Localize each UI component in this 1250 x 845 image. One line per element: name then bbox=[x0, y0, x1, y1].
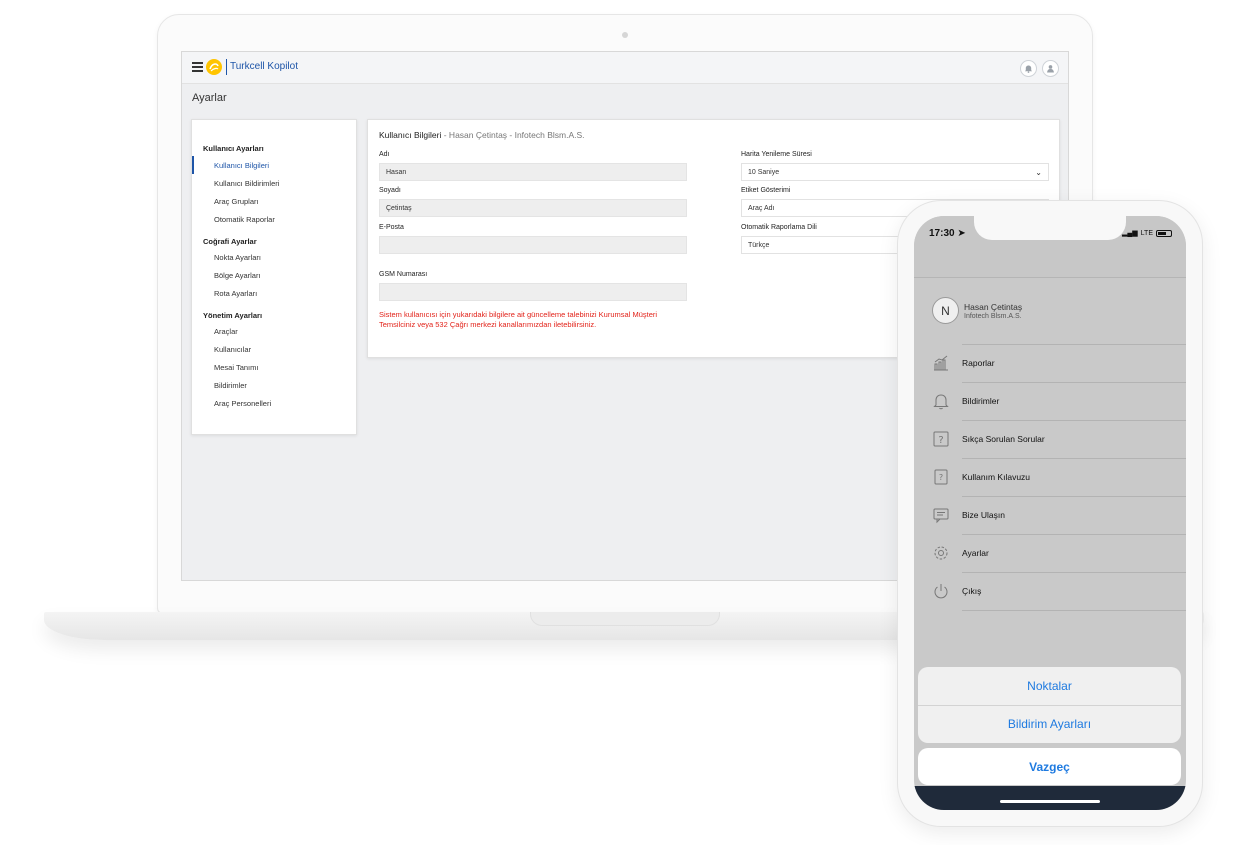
menu-item-region-settings[interactable]: Bölge Ayarları bbox=[214, 271, 261, 280]
menu-item-vehicle-personnel[interactable]: Araç Personelleri bbox=[214, 399, 271, 408]
cancel-button[interactable]: Vazgeç bbox=[918, 748, 1181, 785]
last-name-field[interactable]: Çetintaş bbox=[379, 199, 687, 217]
action-sheet-option-points[interactable]: Noktalar bbox=[918, 667, 1181, 705]
active-indicator bbox=[192, 156, 194, 174]
panel-subtitle: - Hasan Çetintaş - Infotech Blsm.A.S. bbox=[441, 130, 585, 140]
menu-group-management-settings: Yönetim Ayarları bbox=[203, 311, 263, 320]
gear-icon bbox=[932, 544, 950, 562]
profile-company: Infotech Blsm.A.S. bbox=[964, 313, 1022, 320]
tag-display-label: Etiket Gösterimi bbox=[741, 187, 791, 194]
svg-text:?: ? bbox=[938, 435, 943, 446]
email-field[interactable] bbox=[379, 236, 687, 254]
app-name[interactable]: Turkcell Kopilot bbox=[230, 61, 298, 72]
power-icon bbox=[932, 582, 950, 600]
map-refresh-select[interactable]: 10 Saniye ⌄ bbox=[741, 163, 1049, 181]
phone-menu-item-guide[interactable]: ? Kullanım Kılavuzu bbox=[914, 458, 1186, 496]
menu-item-vehicles[interactable]: Araçlar bbox=[214, 327, 238, 336]
menu-item-user-info[interactable]: Kullanıcı Bilgileri bbox=[214, 161, 269, 170]
action-sheet: Noktalar Bildirim Ayarları bbox=[918, 667, 1181, 743]
action-sheet-option-notification-settings[interactable]: Bildirim Ayarları bbox=[918, 705, 1181, 743]
gsm-label: GSM Numarası bbox=[379, 271, 428, 278]
laptop-notch bbox=[530, 612, 720, 626]
phone-menu-label: Çıkış bbox=[962, 586, 982, 596]
phone-menu-item-faq[interactable]: ? Sıkça Sorulan Sorular bbox=[914, 420, 1186, 458]
panel-title: Kullanıcı Bilgileri - Hasan Çetintaş - I… bbox=[379, 130, 585, 140]
hamburger-menu-icon[interactable] bbox=[192, 62, 203, 72]
menu-item-route-settings[interactable]: Rota Ayarları bbox=[214, 289, 257, 298]
menu-item-shift-definition[interactable]: Mesai Tanımı bbox=[214, 363, 258, 372]
chevron-down-icon: ⌄ bbox=[1035, 168, 1042, 177]
gsm-field[interactable] bbox=[379, 283, 687, 301]
location-arrow-icon: ➤ bbox=[957, 228, 966, 239]
logo-divider bbox=[226, 59, 227, 75]
menu-item-automatic-reports[interactable]: Otomatik Raporlar bbox=[214, 215, 275, 224]
guide-icon: ? bbox=[932, 468, 950, 486]
phone-menu-item-contact[interactable]: Bize Ulaşın bbox=[914, 496, 1186, 534]
signal-icon: ▂▄▆ bbox=[1121, 230, 1138, 237]
phone-menu-label: Kullanım Kılavuzu bbox=[962, 472, 1031, 482]
battery-icon bbox=[1156, 229, 1172, 237]
menu-item-user-notifications[interactable]: Kullanıcı Bildirimleri bbox=[214, 179, 279, 188]
top-bar: Turkcell Kopilot bbox=[182, 52, 1068, 84]
menu-item-notifications[interactable]: Bildirimler bbox=[214, 381, 247, 390]
menu-group-geo-settings: Coğrafi Ayarlar bbox=[203, 237, 257, 246]
user-profile-icon[interactable] bbox=[1042, 60, 1059, 77]
chat-icon bbox=[932, 506, 950, 524]
status-time: 17:30 ➤ bbox=[929, 228, 966, 239]
phone-menu-label: Bildirimler bbox=[962, 396, 1000, 406]
report-language-value: Türkçe bbox=[748, 242, 770, 249]
menu-item-users[interactable]: Kullanıcılar bbox=[214, 345, 251, 354]
status-bar: 17:30 ➤ ▂▄▆ LTE bbox=[914, 216, 1186, 278]
status-time-text: 17:30 bbox=[929, 228, 955, 239]
settings-menu: Kullanıcı Ayarları Kullanıcı Bilgileri K… bbox=[191, 119, 357, 435]
menu-group-user-settings: Kullanıcı Ayarları bbox=[203, 144, 264, 153]
phone-menu-bottom-divider bbox=[914, 610, 1186, 611]
map-refresh-value: 10 Saniye bbox=[748, 169, 780, 176]
phone-notch bbox=[974, 216, 1126, 240]
status-indicators: ▂▄▆ LTE bbox=[1122, 229, 1172, 237]
tag-display-value: Araç Adı bbox=[748, 205, 775, 212]
panel-title-text: Kullanıcı Bilgileri bbox=[379, 130, 442, 140]
network-label: LTE bbox=[1140, 229, 1153, 237]
chart-icon bbox=[932, 354, 950, 372]
bell-icon bbox=[932, 392, 950, 410]
phone-menu-label: Raporlar bbox=[962, 358, 995, 368]
phone-menu-label: Bize Ulaşın bbox=[962, 510, 1005, 520]
phone-menu-item-reports[interactable]: Raporlar bbox=[914, 344, 1186, 382]
phone-menu-item-logout[interactable]: Çıkış bbox=[914, 572, 1186, 610]
svg-text:?: ? bbox=[939, 473, 943, 482]
phone-menu-label: Sıkça Sorulan Sorular bbox=[962, 434, 1045, 444]
phone-screen: 17:30 ➤ ▂▄▆ LTE N Hasan Çetintaş Infotec… bbox=[914, 216, 1186, 810]
update-warning-text: Sistem kullanıcısı için yukarıdaki bilgi… bbox=[379, 310, 658, 329]
profile-name: Hasan Çetintaş bbox=[964, 302, 1023, 312]
avatar[interactable]: N bbox=[932, 297, 959, 324]
turkcell-logo-icon bbox=[206, 59, 222, 75]
laptop-camera bbox=[622, 32, 628, 38]
question-icon: ? bbox=[932, 430, 950, 448]
phone-menu-item-settings[interactable]: Ayarlar bbox=[914, 534, 1186, 572]
phone-menu-label: Ayarlar bbox=[962, 548, 989, 558]
phone-bottom-bar bbox=[914, 786, 1186, 810]
menu-item-point-settings[interactable]: Nokta Ayarları bbox=[214, 253, 261, 262]
page-title: Ayarlar bbox=[192, 92, 227, 104]
menu-item-vehicle-groups[interactable]: Araç Grupları bbox=[214, 197, 259, 206]
first-name-field[interactable]: Hasan bbox=[379, 163, 687, 181]
last-name-label: Soyadı bbox=[379, 187, 401, 194]
first-name-label: Adı bbox=[379, 151, 390, 158]
email-label: E-Posta bbox=[379, 224, 404, 231]
notification-bell-icon[interactable] bbox=[1020, 60, 1037, 77]
phone-menu-item-notifications[interactable]: Bildirimler bbox=[914, 382, 1186, 420]
home-indicator[interactable] bbox=[1000, 800, 1100, 803]
report-language-label: Otomatik Raporlama Dili bbox=[741, 224, 817, 231]
map-refresh-label: Harita Yenileme Süresi bbox=[741, 151, 812, 158]
